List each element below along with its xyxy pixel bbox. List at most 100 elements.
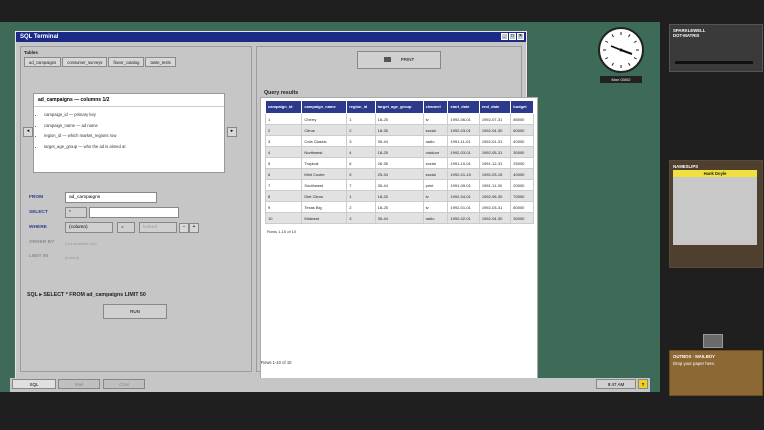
clock-face-icon (603, 32, 639, 68)
table-cell: 18-35 (374, 124, 424, 136)
outbox-title: OUTBOX · MAILBOY (673, 354, 716, 359)
column-header: channel (422, 100, 449, 114)
table-cell: social (422, 168, 449, 180)
orderby-label: ORDER BY (29, 240, 55, 245)
nameslip-name: Hank Doyle (673, 170, 757, 177)
close-icon[interactable]: × (517, 33, 524, 40)
table-cell: Tropical (301, 157, 348, 169)
table-cell: 35-44 (374, 179, 424, 191)
where-column-dropdown[interactable]: (column) (65, 222, 113, 233)
where-value-field[interactable]: locked (139, 222, 177, 233)
table-cell: 3 (346, 212, 376, 224)
where-minus-icon[interactable]: − (179, 223, 189, 233)
table-cell: 18-25 (374, 201, 424, 213)
table-cell: outdoor (422, 146, 449, 158)
select-columns-field[interactable] (89, 207, 179, 218)
table-cell: Northwest (301, 146, 348, 158)
print-button[interactable]: PRINT (357, 51, 441, 69)
table-cell: Mint Cooler (301, 168, 348, 180)
table-cell: 60000 (510, 124, 534, 136)
table-row: 8 Diet Citrus 1 18-25 tv 1992-04-01 1992-06-30… (264, 190, 534, 202)
table-cell: 1992-03-31 (478, 201, 512, 213)
nameslips-card[interactable]: Hank Doyle (673, 170, 757, 245)
help-button[interactable]: ? (638, 379, 648, 389)
table-cell: social (422, 157, 449, 169)
wall-clock (598, 27, 644, 73)
nameslips-widget: NAMESLIPS Hank Doyle (669, 160, 763, 268)
table-cell: 25000 (510, 157, 534, 169)
query-builder-panel: Tables ad_campaigns consumer_surveys fla… (20, 46, 252, 372)
taskbar-chat-button[interactable]: Chat (103, 379, 145, 389)
select-label: SELECT (29, 210, 48, 215)
tab-taste-tests[interactable]: taste_tests (145, 57, 176, 67)
tab-consumer-surveys[interactable]: consumer_surveys (62, 57, 108, 67)
table-cell: 20000 (510, 179, 534, 191)
printer-widget: SPARKLEWELL DOT-MATRIX (669, 24, 763, 72)
table-cell: 18-25 (374, 113, 424, 125)
table-cell: 7 (264, 179, 303, 191)
limit-note: (locked) (65, 255, 80, 260)
taskbar: SQL Mail Chat 9:47 AM ? (10, 378, 650, 392)
table-row: 4 Northwest 4 18-25 outdoor 1992-03-01 1992-05… (264, 146, 534, 158)
taskbar-sql-button[interactable]: SQL (12, 379, 56, 389)
table-cell: 1 (264, 113, 303, 125)
table-row: 9 Texas Big 2 18-25 tv 1992-01-01 1992-03-31 80… (264, 201, 534, 213)
column-header: region_id (346, 100, 376, 114)
table-cell: 1992-01-01 (447, 201, 480, 213)
table-cell: 26-35 (374, 157, 424, 169)
table-cell: Southwest (301, 179, 348, 191)
outbox-text: Drop your paper here. (673, 361, 716, 366)
table-cell: radio (422, 135, 449, 147)
table-row: 7 Southwest 7 35-44 print 1991-09-01 1991-11-3… (264, 179, 534, 191)
column-header: campaign_name (301, 100, 348, 114)
column-header: start_date (447, 100, 480, 114)
window-titlebar[interactable]: SQL Terminal _ □ × (16, 32, 526, 42)
table-cell: 1 (346, 190, 376, 202)
printer-icon (383, 57, 391, 63)
maximize-icon[interactable]: □ (509, 33, 516, 40)
printer-title: SPARKLEWELL DOT-MATRIX (673, 28, 706, 38)
select-dropdown[interactable]: * (65, 207, 87, 218)
table-row: 2 Citrus 2 18-35 social 1992-03-01 1992-04-30 6… (264, 124, 534, 136)
where-operator-dropdown[interactable]: = (117, 222, 135, 233)
print-label: PRINT (400, 57, 415, 62)
results-panel: PRINT Query results campaign_id campaign_… (256, 46, 538, 379)
drop-tray[interactable] (703, 334, 723, 348)
table-cell: 1991-12-31 (478, 157, 512, 169)
table-cell: 6 (264, 168, 303, 180)
column-header: target_age_group (374, 100, 424, 114)
column-header: end_date (478, 100, 512, 114)
table-cell: 30000 (510, 146, 534, 158)
column-header: campaign_id (264, 100, 303, 114)
table-cell: 1991-10-01 (447, 157, 480, 169)
next-page-arrow-icon[interactable]: ▸ (227, 127, 237, 137)
prev-page-arrow-icon[interactable]: ◂ (23, 127, 33, 137)
table-cell: 1992-01-15 (447, 168, 480, 180)
table-cell: 25-34 (374, 168, 424, 180)
minimize-icon[interactable]: _ (501, 33, 508, 40)
table-cell: 1 (346, 113, 376, 125)
table-cell: 1992-06-30 (478, 190, 512, 202)
nameslips-title: NAMESLIPS (673, 164, 699, 169)
table-cell: 5 (346, 168, 376, 180)
table-cell: 5 (264, 157, 303, 169)
table-cell: 1992-06-01 (447, 113, 480, 125)
run-button[interactable]: RUN (103, 304, 167, 319)
column-header: budget (510, 100, 534, 114)
taskbar-mail-button[interactable]: Mail (58, 379, 100, 389)
table-cell: 2 (346, 201, 376, 213)
table-cell: 1992-01-31 (478, 135, 512, 147)
columns-header: ad_campaigns — columns 1/2 (34, 94, 224, 107)
table-cell: 8 (264, 190, 303, 202)
outbox-widget[interactable]: OUTBOX · MAILBOY Drop your paper here. (669, 350, 763, 396)
limit-label: LIMIT 50 (29, 254, 49, 259)
where-plus-icon[interactable]: + (189, 223, 199, 233)
table-cell: 3 (346, 135, 376, 147)
table-row: 3 Cola Classic 3 35-44 radio 1991-11-01 1992-0… (264, 135, 534, 147)
table-cell: 85000 (510, 113, 534, 125)
tab-ad-campaigns[interactable]: ad_campaigns (24, 57, 62, 67)
tab-flavor-catalog[interactable]: flavor_catalog (108, 57, 145, 67)
from-label: FROM (29, 195, 44, 200)
from-field[interactable]: ad_campaigns (65, 192, 157, 203)
table-cell: 6 (346, 157, 376, 169)
